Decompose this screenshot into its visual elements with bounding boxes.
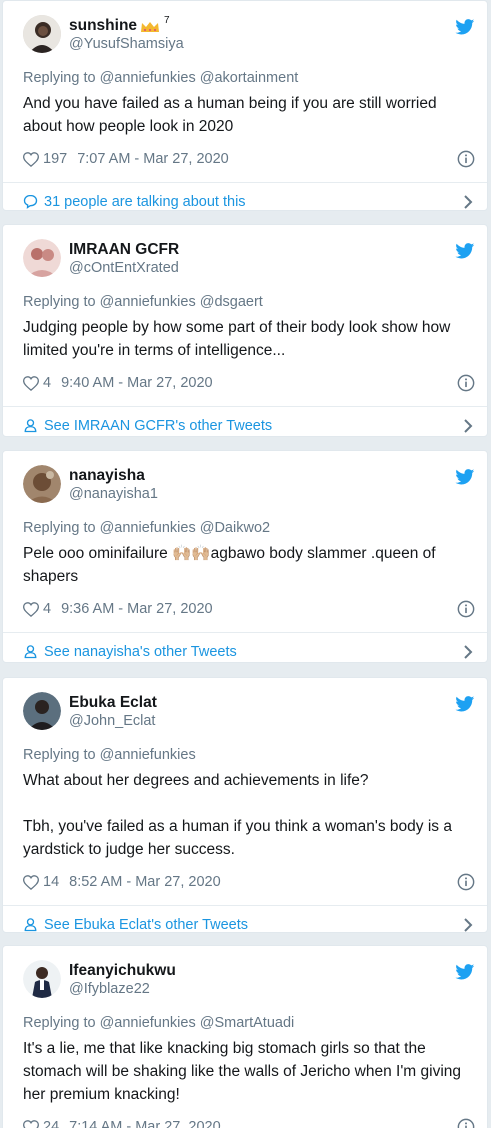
- timestamp[interactable]: 9:36 AM - Mar 27, 2020: [61, 601, 213, 617]
- like-count: 197: [43, 151, 68, 167]
- replying-to[interactable]: Replying to @anniefunkies @SmartAtuadi: [23, 1014, 471, 1032]
- tweet-card[interactable]: Ifeanyichukwu @Ifyblaze22 Replying to @a…: [2, 945, 488, 1128]
- twitter-bird-icon[interactable]: [455, 696, 475, 712]
- info-icon[interactable]: [457, 873, 475, 891]
- heart-icon[interactable]: [23, 874, 39, 890]
- like-count: 14: [43, 874, 60, 890]
- timestamp[interactable]: 8:52 AM - Mar 27, 2020: [69, 874, 221, 890]
- heart-icon[interactable]: [23, 151, 39, 167]
- tweet-text: What about her degrees and achievements …: [23, 772, 452, 858]
- user-icon: [24, 419, 37, 433]
- tweet-text: Pele ooo ominifailure 🙌🏼🙌🏼agbawo body sl…: [23, 545, 436, 585]
- heart-icon[interactable]: [23, 1119, 39, 1128]
- badge-number: 7: [164, 15, 170, 26]
- twitter-bird-icon[interactable]: [455, 964, 475, 980]
- info-icon[interactable]: [457, 150, 475, 168]
- chevron-right-icon: [464, 195, 473, 209]
- footer-label: See Ebuka Eclat's other Tweets: [44, 916, 249, 933]
- like-count: 24: [43, 1119, 60, 1128]
- display-name[interactable]: nanayisha: [69, 467, 158, 485]
- chevron-right-icon: [464, 918, 473, 932]
- info-icon[interactable]: [457, 374, 475, 392]
- display-name[interactable]: Ebuka Eclat: [69, 694, 157, 712]
- info-icon[interactable]: [457, 600, 475, 618]
- replying-to[interactable]: Replying to @anniefunkies: [23, 746, 471, 764]
- replying-to[interactable]: Replying to @anniefunkies @Daikwo2: [23, 519, 471, 537]
- footer-label: See nanayisha's other Tweets: [44, 643, 237, 660]
- display-name[interactable]: sunshine 7: [69, 15, 184, 35]
- other-tweets-link[interactable]: See IMRAAN GCFR's other Tweets: [3, 406, 487, 436]
- tweet-text: Judging people by how some part of their…: [23, 319, 451, 359]
- display-name[interactable]: IMRAAN GCFR: [69, 241, 179, 259]
- user-handle[interactable]: @John_Eclat: [69, 712, 157, 730]
- tweet-card[interactable]: nanayisha @nanayisha1 Replying to @annie…: [2, 450, 488, 663]
- timestamp[interactable]: 7:07 AM - Mar 27, 2020: [77, 151, 229, 167]
- user-icon: [24, 918, 37, 932]
- other-tweets-link[interactable]: See Ebuka Eclat's other Tweets: [3, 905, 487, 933]
- user-handle[interactable]: @nanayisha1: [69, 485, 158, 503]
- footer-label: See IMRAAN GCFR's other Tweets: [44, 417, 273, 434]
- chevron-right-icon: [464, 645, 473, 659]
- tweet-card[interactable]: sunshine 7 @YusufShamsiya Replying to @a…: [2, 0, 488, 211]
- display-name[interactable]: Ifeanyichukwu: [69, 962, 176, 980]
- tweet-text: And you have failed as a human being if …: [23, 95, 437, 135]
- replying-to[interactable]: Replying to @anniefunkies @akortainment: [23, 69, 471, 87]
- twitter-bird-icon[interactable]: [455, 19, 475, 35]
- info-icon[interactable]: [457, 1118, 475, 1128]
- conversation-link[interactable]: 31 people are talking about this: [3, 182, 487, 210]
- like-count: 4: [43, 601, 52, 617]
- other-tweets-link[interactable]: See nanayisha's other Tweets: [3, 632, 487, 662]
- timestamp[interactable]: 7:14 AM - Mar 27, 2020: [69, 1119, 221, 1128]
- tweet-card[interactable]: IMRAAN GCFR @cOntEntXrated Replying to @…: [2, 224, 488, 437]
- footer-label: 31 people are talking about this: [44, 193, 246, 210]
- twitter-bird-icon[interactable]: [455, 469, 475, 485]
- crown-icon: [140, 20, 160, 32]
- avatar[interactable]: [23, 960, 61, 998]
- user-icon: [24, 645, 37, 659]
- avatar[interactable]: [23, 465, 61, 503]
- user-handle[interactable]: @Ifyblaze22: [69, 980, 176, 998]
- tweet-text: It's a lie, me that like knacking big st…: [23, 1040, 462, 1103]
- comment-icon: [23, 194, 38, 209]
- user-handle[interactable]: @cOntEntXrated: [69, 259, 179, 277]
- timestamp[interactable]: 9:40 AM - Mar 27, 2020: [61, 375, 213, 391]
- heart-icon[interactable]: [23, 601, 39, 617]
- avatar[interactable]: [23, 15, 61, 53]
- replying-to[interactable]: Replying to @anniefunkies @dsgaert: [23, 293, 471, 311]
- avatar[interactable]: [23, 239, 61, 277]
- tweet-card[interactable]: Ebuka Eclat @John_Eclat Replying to @ann…: [2, 677, 488, 933]
- chevron-right-icon: [464, 419, 473, 433]
- twitter-bird-icon[interactable]: [455, 243, 475, 259]
- user-handle[interactable]: @YusufShamsiya: [69, 35, 184, 53]
- avatar[interactable]: [23, 692, 61, 730]
- like-count: 4: [43, 375, 52, 391]
- heart-icon[interactable]: [23, 375, 39, 391]
